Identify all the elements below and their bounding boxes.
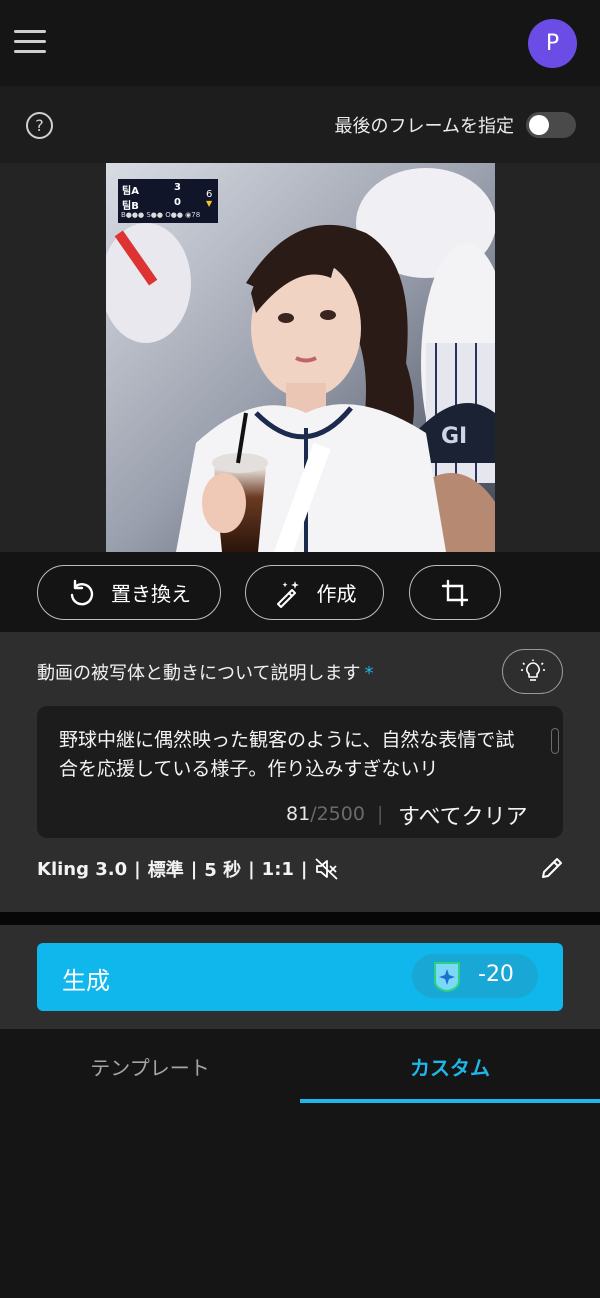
prompt-title-text: 動画の被写体と動きについて説明します [37,663,361,684]
question-circle-icon[interactable]: ? [26,112,53,139]
toggle-knob [529,115,549,135]
image-toolbar: 置き換え 作成 [0,552,600,632]
speaker-muted-icon [314,858,338,880]
prompt-ideas-button[interactable] [502,649,563,694]
char-count: 81 [286,803,311,825]
crop-icon [441,579,469,606]
avatar[interactable]: P [528,19,577,68]
image-preview-area: GI 팀A 3 팀B 0 6 ▼ B●●● S●● O●● ◉78 [0,163,600,552]
undo-arrow-icon [70,579,94,605]
lightbulb-icon [520,659,545,681]
svg-text:GI: GI [441,424,467,449]
clear-all-button[interactable]: すべてクリア [398,799,528,831]
replace-label: 置き換え [111,582,191,606]
duration-setting: 5 秒 [204,860,242,881]
settings-separator: | [190,858,198,880]
create-button[interactable]: 作成 [245,565,384,620]
create-label: 作成 [316,582,357,606]
counter-separator: | [376,803,384,825]
prompt-title: 動画の被写体と動きについて説明します * [37,659,373,685]
generate-section: 生成 -20 [0,925,600,1029]
active-tab-indicator [300,1099,600,1103]
scoreboard-overlay: 팀A 3 팀B 0 6 ▼ B●●● S●● O●● ◉78 [118,179,218,223]
required-mark: * [364,663,374,684]
last-frame-bar: ? 最後のフレームを指定 [0,86,600,163]
generation-settings[interactable]: Kling 3.0 | 標準 | 5 秒 | 1:1 | [37,856,339,882]
quality-setting: 標準 [147,860,184,881]
team-b-score: 0 [174,197,181,208]
pencil-icon[interactable] [540,856,564,880]
bottom-tabs: テンプレート カスタム [0,1029,600,1104]
generate-label: 生成 [62,967,110,995]
crop-button[interactable] [409,565,501,620]
source-photo[interactable]: GI 팀A 3 팀B 0 6 ▼ B●●● S●● O●● ◉78 [106,163,495,552]
top-bar: P [0,0,600,86]
generate-button[interactable]: 生成 -20 [37,943,563,1011]
credit-cost: -20 [478,962,514,987]
settings-separator: | [134,858,141,880]
prompt-textarea[interactable]: 野球中継に偶然映った観客のように、自然な表情で試合を応援している様子。作り込みす… [37,706,563,838]
tab-custom[interactable]: カスタム [300,1029,600,1104]
settings-separator: | [300,858,308,880]
ratio-setting: 1:1 [261,858,294,880]
replace-button[interactable]: 置き換え [37,565,221,620]
hamburger-menu-icon[interactable] [14,30,46,54]
prompt-section: 動画の被写体と動きについて説明します * 野球中継に偶然映った観客のように、自然な… [0,632,600,912]
team-a-score: 3 [174,182,181,193]
credit-shield-icon [434,962,460,993]
char-counter: 81/2500 | [286,803,395,825]
settings-separator: | [248,858,255,880]
last-frame-toggle[interactable] [526,112,576,138]
tab-template[interactable]: テンプレート [0,1029,300,1104]
team-b-label: 팀B [122,201,139,212]
inning-half: ▼ [206,199,213,208]
credit-cost-badge: -20 [412,954,538,998]
section-divider [0,912,600,925]
count-line: B●●● S●● O●● ◉78 [121,211,201,219]
char-max: /2500 [310,803,365,825]
model-name: Kling 3.0 [37,858,128,880]
team-a-label: 팀A [122,186,139,197]
magic-wand-icon [276,580,299,608]
prompt-scrollbar[interactable] [551,728,559,754]
last-frame-label: 最後のフレームを指定 [334,116,514,137]
prompt-text[interactable]: 野球中継に偶然映った観客のように、自然な表情で試合を応援している様子。作り込みす… [59,726,529,784]
